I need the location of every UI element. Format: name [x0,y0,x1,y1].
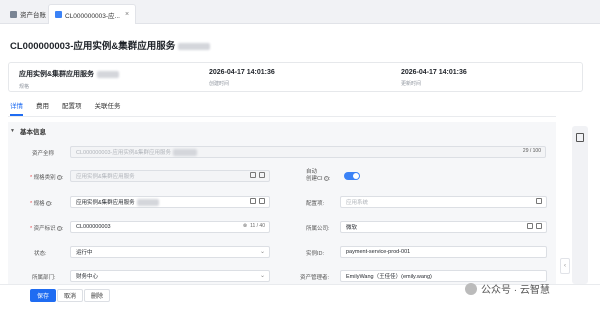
chevron-down-icon: ▼ [10,128,15,134]
clear-icon[interactable]: ⊗ [243,223,247,229]
tab-cost[interactable]: 费用 [36,100,49,116]
asset-detail-icon [55,11,62,18]
instance-id-label: 实例ID: [306,251,325,257]
instance-id-field[interactable]: payment-service-prod-001 [340,246,547,258]
tab-bar: 资产台账 CL000000003-应... × [0,0,600,24]
char-count: 11 / 40 [250,223,265,229]
char-count: 29 / 100 [522,148,541,154]
auto-create-toggle[interactable] [344,172,360,180]
asset-id-field[interactable]: CL000000003 ⊗ 11 / 40 [70,221,270,233]
summary-created: 2026-04-17 14:01:36 [209,69,275,76]
section-title: 基本信息 [19,129,46,136]
help-icon[interactable]: ? [45,201,51,206]
asset-ledger-icon [10,10,17,18]
close-icon[interactable]: × [125,11,129,18]
asset-name-field: CL000000003-应用实例&集群应用服务 29 / 100 [70,146,546,158]
department-label: 所属部门: [32,275,56,281]
chevron-down-icon: ⌄ [259,249,265,255]
help-icon[interactable]: ? [56,226,62,231]
summary-spec-label: 规格 [19,84,30,90]
summary-updated: 2026-04-17 14:01:36 [401,69,467,76]
summary-updated-label: 更新时间 [401,81,422,87]
divider [8,116,556,117]
select-icon[interactable] [527,223,533,229]
spec-category-label: * 规格类别?: [30,175,64,181]
help-icon[interactable]: ? [323,176,329,181]
status-select[interactable]: 运行中 ⌄ [70,246,270,258]
tab-details[interactable]: 详情 [10,100,23,116]
wechat-icon [465,282,477,295]
asset-id-label: * 资产标识?: [30,226,64,232]
page-title: CL000000003-应用实例&集群应用服务 [10,38,211,52]
asset-name-label: 资产全称 [32,151,55,157]
side-panel-toolbar [572,126,588,284]
chevron-down-icon: ⌄ [259,273,265,279]
tab-asset-ledger[interactable]: 资产台账 [4,4,52,24]
tab-config-items[interactable]: 配置项 [62,100,82,116]
link-icon[interactable] [259,172,265,178]
owner-label: 资产管理者: [300,275,330,281]
detail-tabs: 详情 费用 配置项 关联任务 [10,100,134,116]
help-icon[interactable]: ? [56,175,62,180]
summary-created-label: 创建时间 [209,81,230,87]
auto-create-label: 自动 创建CI?: [306,169,331,182]
link-icon[interactable] [536,223,542,229]
watermark: 公众号 · 云智慧 [465,281,550,296]
link-icon[interactable] [259,198,265,204]
section-header[interactable]: ▼ 基本信息 [10,126,46,136]
save-button[interactable]: 保存 [30,289,57,302]
spec-category-field: 应用实例&集群应用服务 [70,170,270,182]
summary-card: 应用实例&集群应用服务 规格 2026-04-17 14:01:36 创建时间 … [8,62,583,92]
delete-button[interactable]: 删除 [84,289,111,302]
tab-label: 资产台账 [20,12,46,19]
summary-spec: 应用实例&集群应用服务 [19,69,120,79]
company-label: 所属公司: [306,226,330,232]
select-icon[interactable] [250,172,256,178]
cancel-button[interactable]: 取消 [57,289,84,302]
company-field[interactable]: 微软 [340,221,547,233]
document-icon[interactable] [576,133,584,142]
select-icon[interactable] [536,198,542,204]
collapse-panel-button[interactable]: ‹ [560,258,570,274]
tab-related-tasks[interactable]: 关联任务 [95,100,121,116]
config-item-field[interactable]: 应用系统 [340,196,547,208]
status-label: 状态: [34,251,47,257]
tab-asset-detail[interactable]: CL000000003-应... × [48,4,137,24]
spec-label: * 规格?: [30,201,53,207]
config-item-label: 配置项: [306,201,325,207]
select-icon[interactable] [250,198,256,204]
tab-label: CL000000003-应... [65,12,120,20]
spec-field[interactable]: 应用实例&集群应用服务 [70,196,270,208]
redacted-text [178,42,211,50]
department-select[interactable]: 财务中心 ⌄ [70,270,270,282]
